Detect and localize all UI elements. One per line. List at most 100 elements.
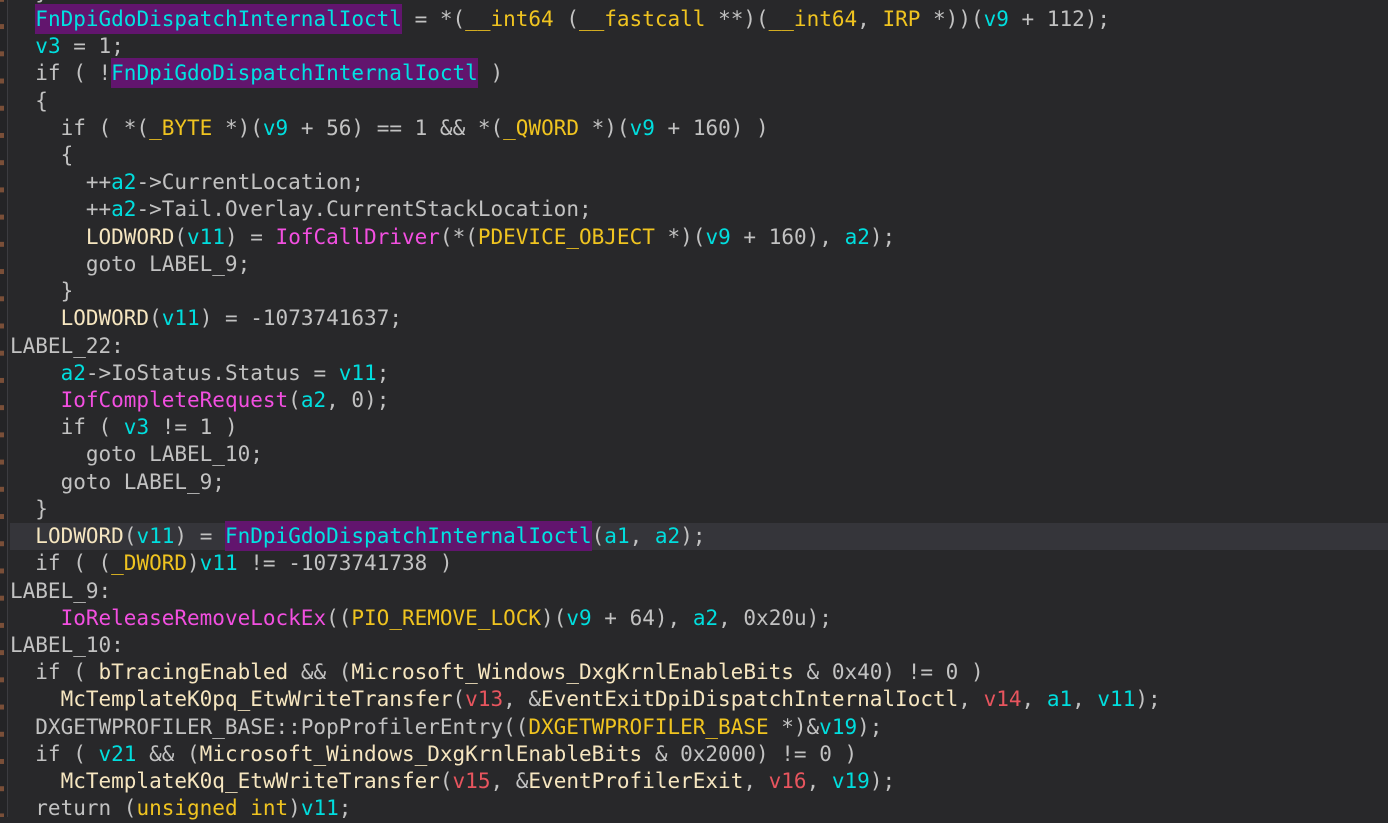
local-variable[interactable]: v9 <box>705 225 730 249</box>
local-variable[interactable]: a1 <box>604 524 629 548</box>
code-line[interactable]: } <box>10 278 1388 305</box>
code-text: ; <box>111 34 124 58</box>
type-keyword[interactable]: __fastcall <box>579 7 705 31</box>
code-line[interactable]: LABEL_9: <box>10 578 1388 605</box>
imported-function[interactable]: IofCallDriver <box>276 225 440 249</box>
code-line[interactable]: v3 = 1; <box>10 33 1388 60</box>
type-keyword[interactable]: _QWORD <box>503 116 579 140</box>
type-keyword[interactable]: PDEVICE_OBJECT <box>478 225 655 249</box>
undefined-variable[interactable]: v16 <box>769 769 807 793</box>
code-line[interactable]: if ( v21 && (Microsoft_Windows_DxgKrnlEn… <box>10 741 1388 768</box>
global-symbol[interactable]: LODWORD <box>86 225 175 249</box>
highlighted-identifier[interactable]: FnDpiGdoDispatchInternalIoctl <box>111 58 478 88</box>
code-text: ) != <box>756 742 819 766</box>
highlighted-identifier[interactable]: FnDpiGdoDispatchInternalIoctl <box>35 4 402 34</box>
code-line[interactable]: } <box>10 496 1388 523</box>
code-line[interactable]: return (unsigned int)v11; <box>10 795 1388 822</box>
gutter <box>0 0 8 817</box>
code-line[interactable]: McTemplateK0q_EtwWriteTransfer(v15, &Eve… <box>10 768 1388 795</box>
local-variable[interactable]: a2 <box>693 606 718 630</box>
number-literal: -1073741637 <box>250 306 389 330</box>
local-variable[interactable]: a2 <box>61 361 86 385</box>
global-symbol[interactable]: EventExitDpiDispatchInternalIoctl <box>541 687 958 711</box>
code-text: { <box>10 143 73 167</box>
local-variable[interactable]: a2 <box>111 197 136 221</box>
local-variable[interactable]: v9 <box>984 7 1009 31</box>
global-symbol[interactable]: McTemplateK0pq_EtwWriteTransfer <box>61 687 453 711</box>
type-keyword[interactable]: DXGETWPROFILER_BASE <box>528 715 768 739</box>
local-variable[interactable]: a1 <box>1047 687 1072 711</box>
type-keyword[interactable]: _DWORD <box>111 551 187 575</box>
code-text: if ( ( <box>10 551 111 575</box>
local-variable[interactable]: v11 <box>1097 687 1135 711</box>
type-keyword[interactable]: _BYTE <box>149 116 212 140</box>
code-text: ); <box>807 606 832 630</box>
highlighted-identifier[interactable]: FnDpiGdoDispatchInternalIoctl <box>225 521 592 551</box>
local-variable[interactable]: a2 <box>845 225 870 249</box>
global-symbol[interactable]: Microsoft_Windows_DxgKrnlEnableBits <box>351 660 794 684</box>
code-line[interactable]: a2->IoStatus.Status = v11; <box>10 360 1388 387</box>
code-line[interactable]: ++a2->Tail.Overlay.CurrentStackLocation; <box>10 196 1388 223</box>
imported-function[interactable]: IofCompleteRequest <box>61 388 289 412</box>
code-line[interactable]: LABEL_22: <box>10 333 1388 360</box>
code-text: if ( *( <box>10 116 149 140</box>
local-variable[interactable]: v11 <box>162 306 200 330</box>
code-line[interactable]: goto LABEL_10; <box>10 441 1388 468</box>
undefined-variable[interactable]: v13 <box>465 687 503 711</box>
code-line[interactable]: goto LABEL_9; <box>10 469 1388 496</box>
local-variable[interactable]: v9 <box>263 116 288 140</box>
local-variable[interactable]: v21 <box>99 742 137 766</box>
code-line[interactable]: LODWORD(v11) = FnDpiGdoDispatchInternalI… <box>10 523 1388 550</box>
global-symbol[interactable]: bTracingEnabled <box>99 660 289 684</box>
local-variable[interactable]: v9 <box>566 606 591 630</box>
code-line[interactable]: DXGETWPROFILER_BASE::PopProfilerEntry((D… <box>10 714 1388 741</box>
global-symbol[interactable]: LODWORD <box>35 524 124 548</box>
code-line[interactable]: ++a2->CurrentLocation; <box>10 169 1388 196</box>
type-keyword[interactable]: PIO_REMOVE_LOCK <box>351 606 541 630</box>
undefined-variable[interactable]: v14 <box>984 687 1022 711</box>
code-text: { <box>10 89 48 113</box>
code-line[interactable]: LABEL_10: <box>10 632 1388 659</box>
imported-function[interactable]: IoReleaseRemoveLockEx <box>61 606 327 630</box>
code-line[interactable]: if ( v3 != 1 ) <box>10 414 1388 441</box>
local-variable[interactable]: v3 <box>124 415 149 439</box>
global-symbol[interactable]: Microsoft_Windows_DxgKrnlEnableBits <box>200 742 643 766</box>
code-line[interactable]: goto LABEL_9; <box>10 251 1388 278</box>
code-line[interactable]: if ( bTracingEnabled && (Microsoft_Windo… <box>10 659 1388 686</box>
code-line[interactable]: FnDpiGdoDispatchInternalIoctl = *(__int6… <box>10 6 1388 33</box>
local-variable[interactable]: v11 <box>339 361 377 385</box>
local-variable[interactable]: v19 <box>819 715 857 739</box>
type-keyword[interactable]: __int64 <box>769 7 858 31</box>
type-keyword[interactable]: IRP <box>882 7 920 31</box>
code-text <box>10 524 35 548</box>
local-variable[interactable]: a2 <box>655 524 680 548</box>
code-line[interactable]: LODWORD(v11) = IofCallDriver(*(PDEVICE_O… <box>10 224 1388 251</box>
code-text: , <box>743 769 768 793</box>
type-keyword[interactable]: __int64 <box>465 7 554 31</box>
undefined-variable[interactable]: v15 <box>453 769 491 793</box>
code-area[interactable]: } FnDpiGdoDispatchInternalIoctl = *(__in… <box>8 0 1388 817</box>
code-text: ); <box>870 225 895 249</box>
local-variable[interactable]: v11 <box>200 551 238 575</box>
code-line[interactable]: LODWORD(v11) = -1073741637; <box>10 305 1388 332</box>
local-variable[interactable]: v19 <box>832 769 870 793</box>
code-line[interactable]: IofCompleteRequest(a2, 0); <box>10 387 1388 414</box>
code-text: ); <box>1085 7 1110 31</box>
code-line[interactable]: McTemplateK0pq_EtwWriteTransfer(v13, &Ev… <box>10 686 1388 713</box>
global-symbol[interactable]: LODWORD <box>61 306 150 330</box>
local-variable[interactable]: a2 <box>301 388 326 412</box>
local-variable[interactable]: v9 <box>630 116 655 140</box>
local-variable[interactable]: a2 <box>111 170 136 194</box>
global-symbol[interactable]: McTemplateK0q_EtwWriteTransfer <box>61 769 440 793</box>
local-variable[interactable]: v11 <box>136 524 174 548</box>
code-line[interactable]: { <box>10 142 1388 169</box>
global-symbol[interactable]: EventProfilerExit <box>528 769 743 793</box>
code-line[interactable]: if ( (_DWORD)v11 != -1073741738 ) <box>10 550 1388 577</box>
code-line[interactable]: if ( *(_BYTE *)(v9 + 56) == 1 && *(_QWOR… <box>10 115 1388 142</box>
code-line[interactable]: { <box>10 88 1388 115</box>
local-variable[interactable]: v11 <box>187 225 225 249</box>
code-line[interactable]: if ( !FnDpiGdoDispatchInternalIoctl ) <box>10 60 1388 87</box>
code-line[interactable]: IoReleaseRemoveLockEx((PIO_REMOVE_LOCK)(… <box>10 605 1388 632</box>
local-variable[interactable]: v3 <box>35 34 60 58</box>
code-text: if ( <box>10 415 124 439</box>
